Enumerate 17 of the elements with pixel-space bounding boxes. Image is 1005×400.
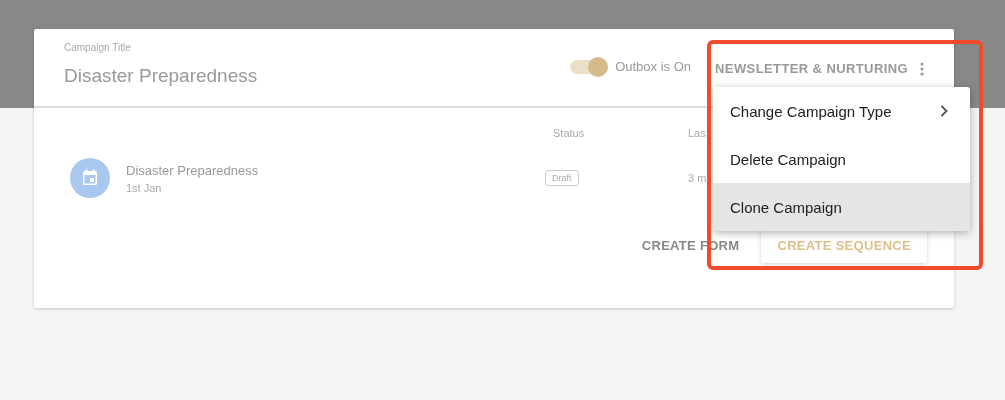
table-cell: 3 m: [688, 172, 707, 184]
campaign-date: 1st Jan: [126, 181, 163, 194]
campaign-name: Disaster Preparedness: [126, 162, 259, 178]
field-label: Campaign Title: [64, 42, 132, 53]
calendar-icon: [70, 158, 110, 198]
menu-item[interactable]: Delete Campaign: [713, 135, 970, 183]
campaign-title: Disaster Preparedness: [64, 65, 259, 87]
column-header: Status: [553, 127, 585, 139]
column-header: Las: [688, 127, 706, 139]
chevron-right-icon: [940, 105, 948, 117]
more-icon[interactable]: [920, 62, 924, 76]
toggle-label: Outbox is On: [615, 59, 692, 74]
outbox-toggle[interactable]: [570, 59, 607, 74]
status-badge: Draft: [545, 170, 579, 186]
menu-item[interactable]: Clone Campaign: [713, 183, 970, 231]
campaign-type-label: NEWSLETTER & NURTURING: [715, 61, 908, 76]
menu-item[interactable]: Change Campaign Type: [713, 87, 970, 135]
